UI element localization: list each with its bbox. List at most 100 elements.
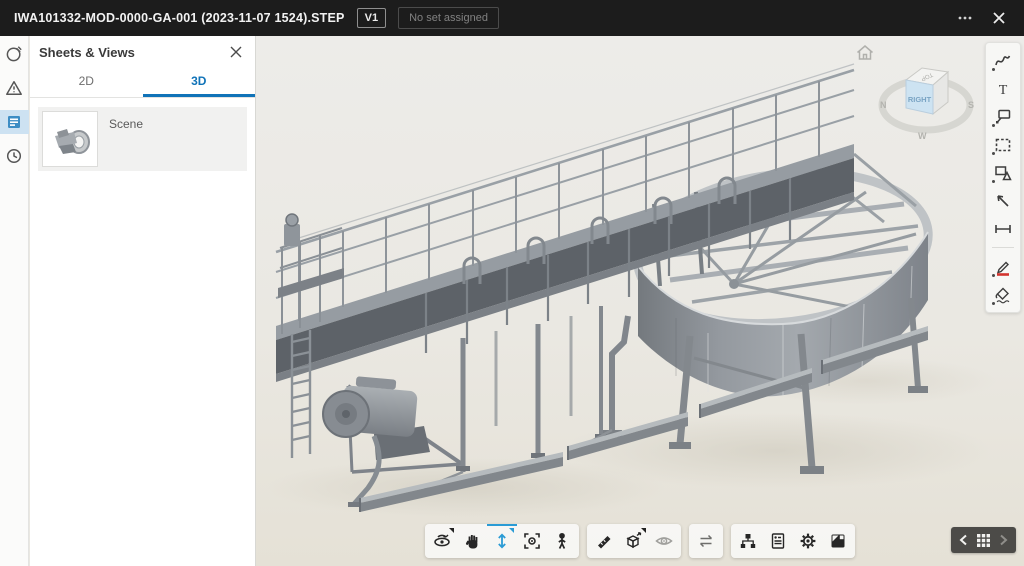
navigation-toolbar xyxy=(425,524,855,558)
text-tool[interactable]: T xyxy=(989,75,1017,102)
compass-south-label: S xyxy=(968,100,974,110)
flyout-arrow xyxy=(641,528,646,533)
orbit-tool[interactable] xyxy=(427,524,457,558)
pan-hand-icon xyxy=(463,532,481,550)
ghost-view-tool[interactable] xyxy=(649,524,679,558)
settings-tool[interactable] xyxy=(793,524,823,558)
more-options-button[interactable] xyxy=(954,7,976,29)
file-title: IWA101332-MOD-0000-GA-001 (2023-11-07 15… xyxy=(14,11,345,25)
left-tool-rail xyxy=(0,36,29,566)
rail-item-history[interactable] xyxy=(0,144,29,168)
ellipsis-icon xyxy=(957,10,973,26)
close-button[interactable] xyxy=(988,7,1010,29)
fill-color-tool[interactable] xyxy=(989,281,1017,308)
compare-tool-group xyxy=(689,524,723,558)
warning-triangle-icon xyxy=(5,79,23,97)
shapes-tool[interactable] xyxy=(989,159,1017,186)
flyout-dot xyxy=(992,274,995,277)
render-options-icon xyxy=(828,531,848,551)
callout-icon xyxy=(993,107,1013,127)
flyout-dot xyxy=(992,68,995,71)
panel-title: Sheets & Views xyxy=(39,45,135,60)
pager-grid-button[interactable] xyxy=(977,534,990,547)
text-icon: T xyxy=(993,79,1013,99)
model-browser-icon xyxy=(738,531,758,551)
orbit-icon xyxy=(432,531,452,551)
compare-arrows-icon xyxy=(696,531,716,551)
view-item-scene[interactable]: Scene xyxy=(38,107,247,171)
set-assignment-button[interactable]: No set assigned xyxy=(398,7,499,29)
view-cube[interactable]: N W S RIGHT TOP xyxy=(860,58,990,150)
fill-color-icon xyxy=(993,285,1013,305)
toolbar-divider xyxy=(992,247,1014,248)
title-bar: IWA101332-MOD-0000-GA-001 (2023-11-07 15… xyxy=(0,0,1024,36)
viewcube-front-face-label: RIGHT xyxy=(908,95,932,104)
tab-2d[interactable]: 2D xyxy=(30,68,143,97)
compass-west-label: W xyxy=(918,131,927,141)
rail-item-issues[interactable] xyxy=(0,76,29,100)
dimension-tool[interactable] xyxy=(989,215,1017,242)
grid-icon xyxy=(977,534,990,547)
zoom-tool[interactable] xyxy=(487,524,517,558)
chevron-left-icon xyxy=(959,534,968,546)
first-person-tool[interactable] xyxy=(547,524,577,558)
cloud-box-tool[interactable] xyxy=(989,131,1017,158)
dimension-icon xyxy=(993,219,1013,239)
render-options-tool[interactable] xyxy=(823,524,853,558)
gear-icon xyxy=(798,531,818,551)
freehand-draw-tool[interactable] xyxy=(989,47,1017,74)
fit-to-view-tool[interactable] xyxy=(517,524,547,558)
viewport: N W S RIGHT TOP T xyxy=(256,36,1024,566)
flyout-dot xyxy=(992,124,995,127)
pager-next-button[interactable] xyxy=(999,534,1008,546)
scene-thumbnail-image xyxy=(43,112,97,166)
markup-pencil-icon xyxy=(5,45,23,63)
clock-icon xyxy=(5,147,23,165)
chevron-right-icon xyxy=(999,534,1008,546)
flyout-arrow xyxy=(509,528,514,533)
callout-tool[interactable] xyxy=(989,103,1017,130)
zoom-icon xyxy=(493,532,511,550)
ghost-eye-icon xyxy=(654,531,674,551)
cloud-box-icon xyxy=(993,135,1013,155)
viewer-window: IWA101332-MOD-0000-GA-001 (2023-11-07 15… xyxy=(0,0,1024,566)
shapes-icon xyxy=(993,163,1013,183)
flyout-dot xyxy=(992,152,995,155)
measure-tool[interactable] xyxy=(589,524,619,558)
explode-tool[interactable] xyxy=(619,524,649,558)
rail-item-markup[interactable] xyxy=(0,42,29,66)
flyout-dot xyxy=(992,302,995,305)
measure-icon xyxy=(594,531,614,551)
tab-3d[interactable]: 3D xyxy=(143,68,256,97)
close-icon xyxy=(992,11,1006,25)
properties-tool[interactable] xyxy=(763,524,793,558)
arrow-tool[interactable] xyxy=(989,187,1017,214)
pan-tool[interactable] xyxy=(457,524,487,558)
pen-color-tool[interactable] xyxy=(989,253,1017,280)
flyout-arrow xyxy=(449,528,454,533)
sheet-pager xyxy=(951,527,1016,553)
version-badge[interactable]: V1 xyxy=(357,8,386,28)
pager-prev-button[interactable] xyxy=(959,534,968,546)
svg-text:T: T xyxy=(999,83,1008,98)
sheets-views-icon xyxy=(5,113,23,131)
panel-header: Sheets & Views xyxy=(30,36,255,68)
fit-to-view-icon xyxy=(522,531,542,551)
compare-tool[interactable] xyxy=(691,524,721,558)
arrow-icon xyxy=(993,191,1013,211)
first-person-icon xyxy=(553,532,571,550)
panel-close-button[interactable] xyxy=(227,43,245,61)
properties-icon xyxy=(768,531,788,551)
freehand-icon xyxy=(993,51,1013,71)
view-list: Scene xyxy=(30,98,255,180)
analyze-tool-group xyxy=(587,524,681,558)
markup-toolbar: T xyxy=(985,42,1021,313)
model-browser-tool[interactable] xyxy=(733,524,763,558)
flyout-dot xyxy=(992,180,995,183)
sheets-views-panel: Sheets & Views 2D 3D xyxy=(30,36,256,566)
settings-tool-group xyxy=(731,524,855,558)
close-icon xyxy=(229,45,243,59)
view-item-label: Scene xyxy=(109,117,143,167)
rail-item-sheets-views[interactable] xyxy=(0,110,29,134)
explode-icon xyxy=(624,531,644,551)
